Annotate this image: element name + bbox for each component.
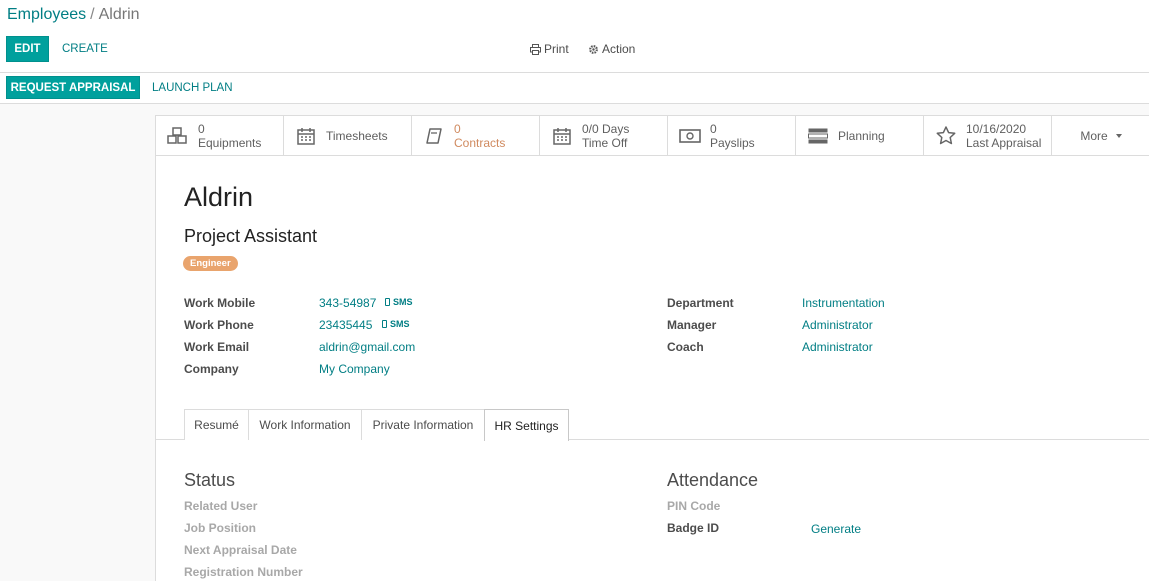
equipments-count: 0 <box>198 121 205 136</box>
time-off-days: 0/0 Days <box>582 121 630 136</box>
company-label: Company <box>184 362 239 376</box>
gear-icon <box>589 44 598 54</box>
employee-name[interactable]: Aldrin <box>184 182 253 213</box>
book-icon <box>423 126 445 146</box>
payslips-label: Payslips <box>710 135 755 150</box>
last-appraisal-button[interactable]: 10/16/2020 Last Appraisal <box>924 116 1052 155</box>
work-email-value[interactable]: aldrin@gmail.com <box>319 340 415 354</box>
caret-down-icon <box>1115 133 1122 138</box>
work-mobile-sms-button[interactable]: SMS <box>385 297 413 307</box>
breadcrumb-separator: / <box>90 6 95 23</box>
job-position-label: Job Position <box>184 521 256 535</box>
timesheets-label: Timesheets <box>326 128 388 143</box>
work-email-label: Work Email <box>184 340 250 354</box>
department-value[interactable]: Instrumentation <box>802 296 885 310</box>
company-value[interactable]: My Company <box>319 362 390 376</box>
equipments-button[interactable]: 0 Equipments <box>156 116 284 155</box>
department-label: Department <box>667 296 734 310</box>
form-sheet: 0 Equipments Timesheets 0 Contracts 0/0 Da… <box>155 115 1149 581</box>
planning-button[interactable]: Planning <box>796 116 924 155</box>
cubes-icon <box>167 126 189 146</box>
last-appraisal-date: 10/16/2020 <box>966 121 1027 136</box>
coach-value[interactable]: Administrator <box>802 340 873 354</box>
work-phone-label: Work Phone <box>184 318 254 332</box>
tab-work-information[interactable]: Work Information <box>248 409 362 440</box>
action-dropdown[interactable]: Action <box>588 36 635 62</box>
job-title[interactable]: Project Assistant <box>184 226 317 247</box>
breadcrumb-employees-link[interactable]: Employees <box>7 6 86 23</box>
badge-id-label: Badge ID <box>667 521 720 535</box>
time-off-button[interactable]: 0/0 Days Time Off <box>540 116 668 155</box>
work-phone-sms-button[interactable]: SMS <box>382 319 410 329</box>
attendance-section-title: Attendance <box>667 470 759 490</box>
work-mobile-label: Work Mobile <box>184 296 256 310</box>
work-phone-value[interactable]: 23435445 <box>319 318 372 332</box>
manager-label: Manager <box>667 318 717 332</box>
mobile-icon <box>385 298 390 306</box>
payslips-count: 0 <box>710 121 717 136</box>
smart-button-box: 0 Equipments Timesheets 0 Contracts 0/0 Da… <box>156 116 1149 156</box>
print-label: Print <box>544 42 569 56</box>
coach-label: Coach <box>667 340 704 354</box>
money-icon <box>679 126 701 146</box>
sms-label: SMS <box>393 297 413 307</box>
contracts-label: Contracts <box>454 135 506 150</box>
time-off-label: Time Off <box>582 135 628 150</box>
contracts-button[interactable]: 0 Contracts <box>412 116 540 155</box>
mobile-icon <box>382 320 387 328</box>
tab-resume[interactable]: Resumé <box>184 409 249 440</box>
breadcrumb: Employees / Aldrin <box>7 6 140 24</box>
request-appraisal-button[interactable]: REQUEST APPRAISAL <box>6 76 140 99</box>
launch-plan-button[interactable]: LAUNCH PLAN <box>152 76 233 99</box>
create-button[interactable]: CREATE <box>62 36 108 62</box>
contracts-count: 0 <box>454 121 461 136</box>
generate-badge-button[interactable]: Generate <box>811 522 861 536</box>
star-icon <box>935 126 957 146</box>
control-panel: Employees / Aldrin EDIT CREATE Print Actio… <box>0 0 1149 73</box>
breadcrumb-current: Aldrin <box>98 6 140 23</box>
next-appraisal-date-label: Next Appraisal Date <box>184 543 297 557</box>
registration-number-label: Registration Number <box>184 565 303 579</box>
timesheets-button[interactable]: Timesheets <box>284 116 412 155</box>
category-tag[interactable]: Engineer <box>183 256 238 271</box>
notebook-tabs: Resumé Work Information Private Informat… <box>156 409 1149 441</box>
status-section-title: Status <box>184 470 236 490</box>
payslips-button[interactable]: 0 Payslips <box>668 116 796 155</box>
calendar-icon <box>295 126 317 146</box>
more-dropdown[interactable]: More <box>1052 116 1149 155</box>
equipments-label: Equipments <box>198 135 262 150</box>
related-user-label: Related User <box>184 499 258 513</box>
sms-label: SMS <box>390 319 410 329</box>
planning-label: Planning <box>838 128 885 143</box>
action-label: Action <box>602 42 636 56</box>
edit-button[interactable]: EDIT <box>6 36 49 62</box>
tasks-icon <box>807 126 829 146</box>
tab-hr-settings[interactable]: HR Settings <box>484 409 569 441</box>
calendar-icon <box>551 126 573 146</box>
work-mobile-value[interactable]: 343-54987 <box>319 296 376 310</box>
print-icon <box>530 43 541 55</box>
pin-code-label: PIN Code <box>667 499 721 513</box>
print-dropdown[interactable]: Print <box>530 36 569 62</box>
more-label: More <box>1080 128 1108 143</box>
manager-value[interactable]: Administrator <box>802 318 873 332</box>
last-appraisal-label: Last Appraisal <box>966 135 1042 150</box>
tab-private-information[interactable]: Private Information <box>361 409 485 440</box>
